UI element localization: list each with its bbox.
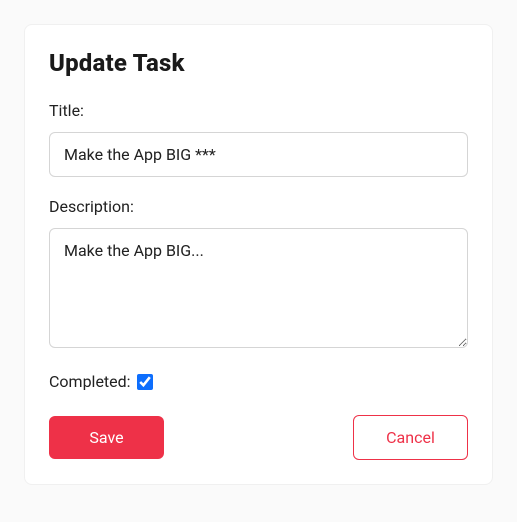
description-group: Description: Make the App BIG...: [49, 197, 468, 352]
cancel-button[interactable]: Cancel: [353, 415, 468, 460]
description-label: Description:: [49, 197, 468, 216]
title-group: Title:: [49, 101, 468, 177]
completed-checkbox[interactable]: [137, 374, 153, 390]
card-title: Update Task: [49, 49, 468, 77]
title-label: Title:: [49, 101, 468, 120]
button-row: Save Cancel: [49, 415, 468, 460]
title-input[interactable]: [49, 132, 468, 177]
completed-row: Completed:: [49, 372, 468, 391]
update-task-card: Update Task Title: Description: Make the…: [24, 24, 493, 485]
save-button[interactable]: Save: [49, 416, 164, 459]
description-textarea[interactable]: Make the App BIG...: [49, 228, 468, 348]
completed-label: Completed:: [49, 372, 131, 391]
